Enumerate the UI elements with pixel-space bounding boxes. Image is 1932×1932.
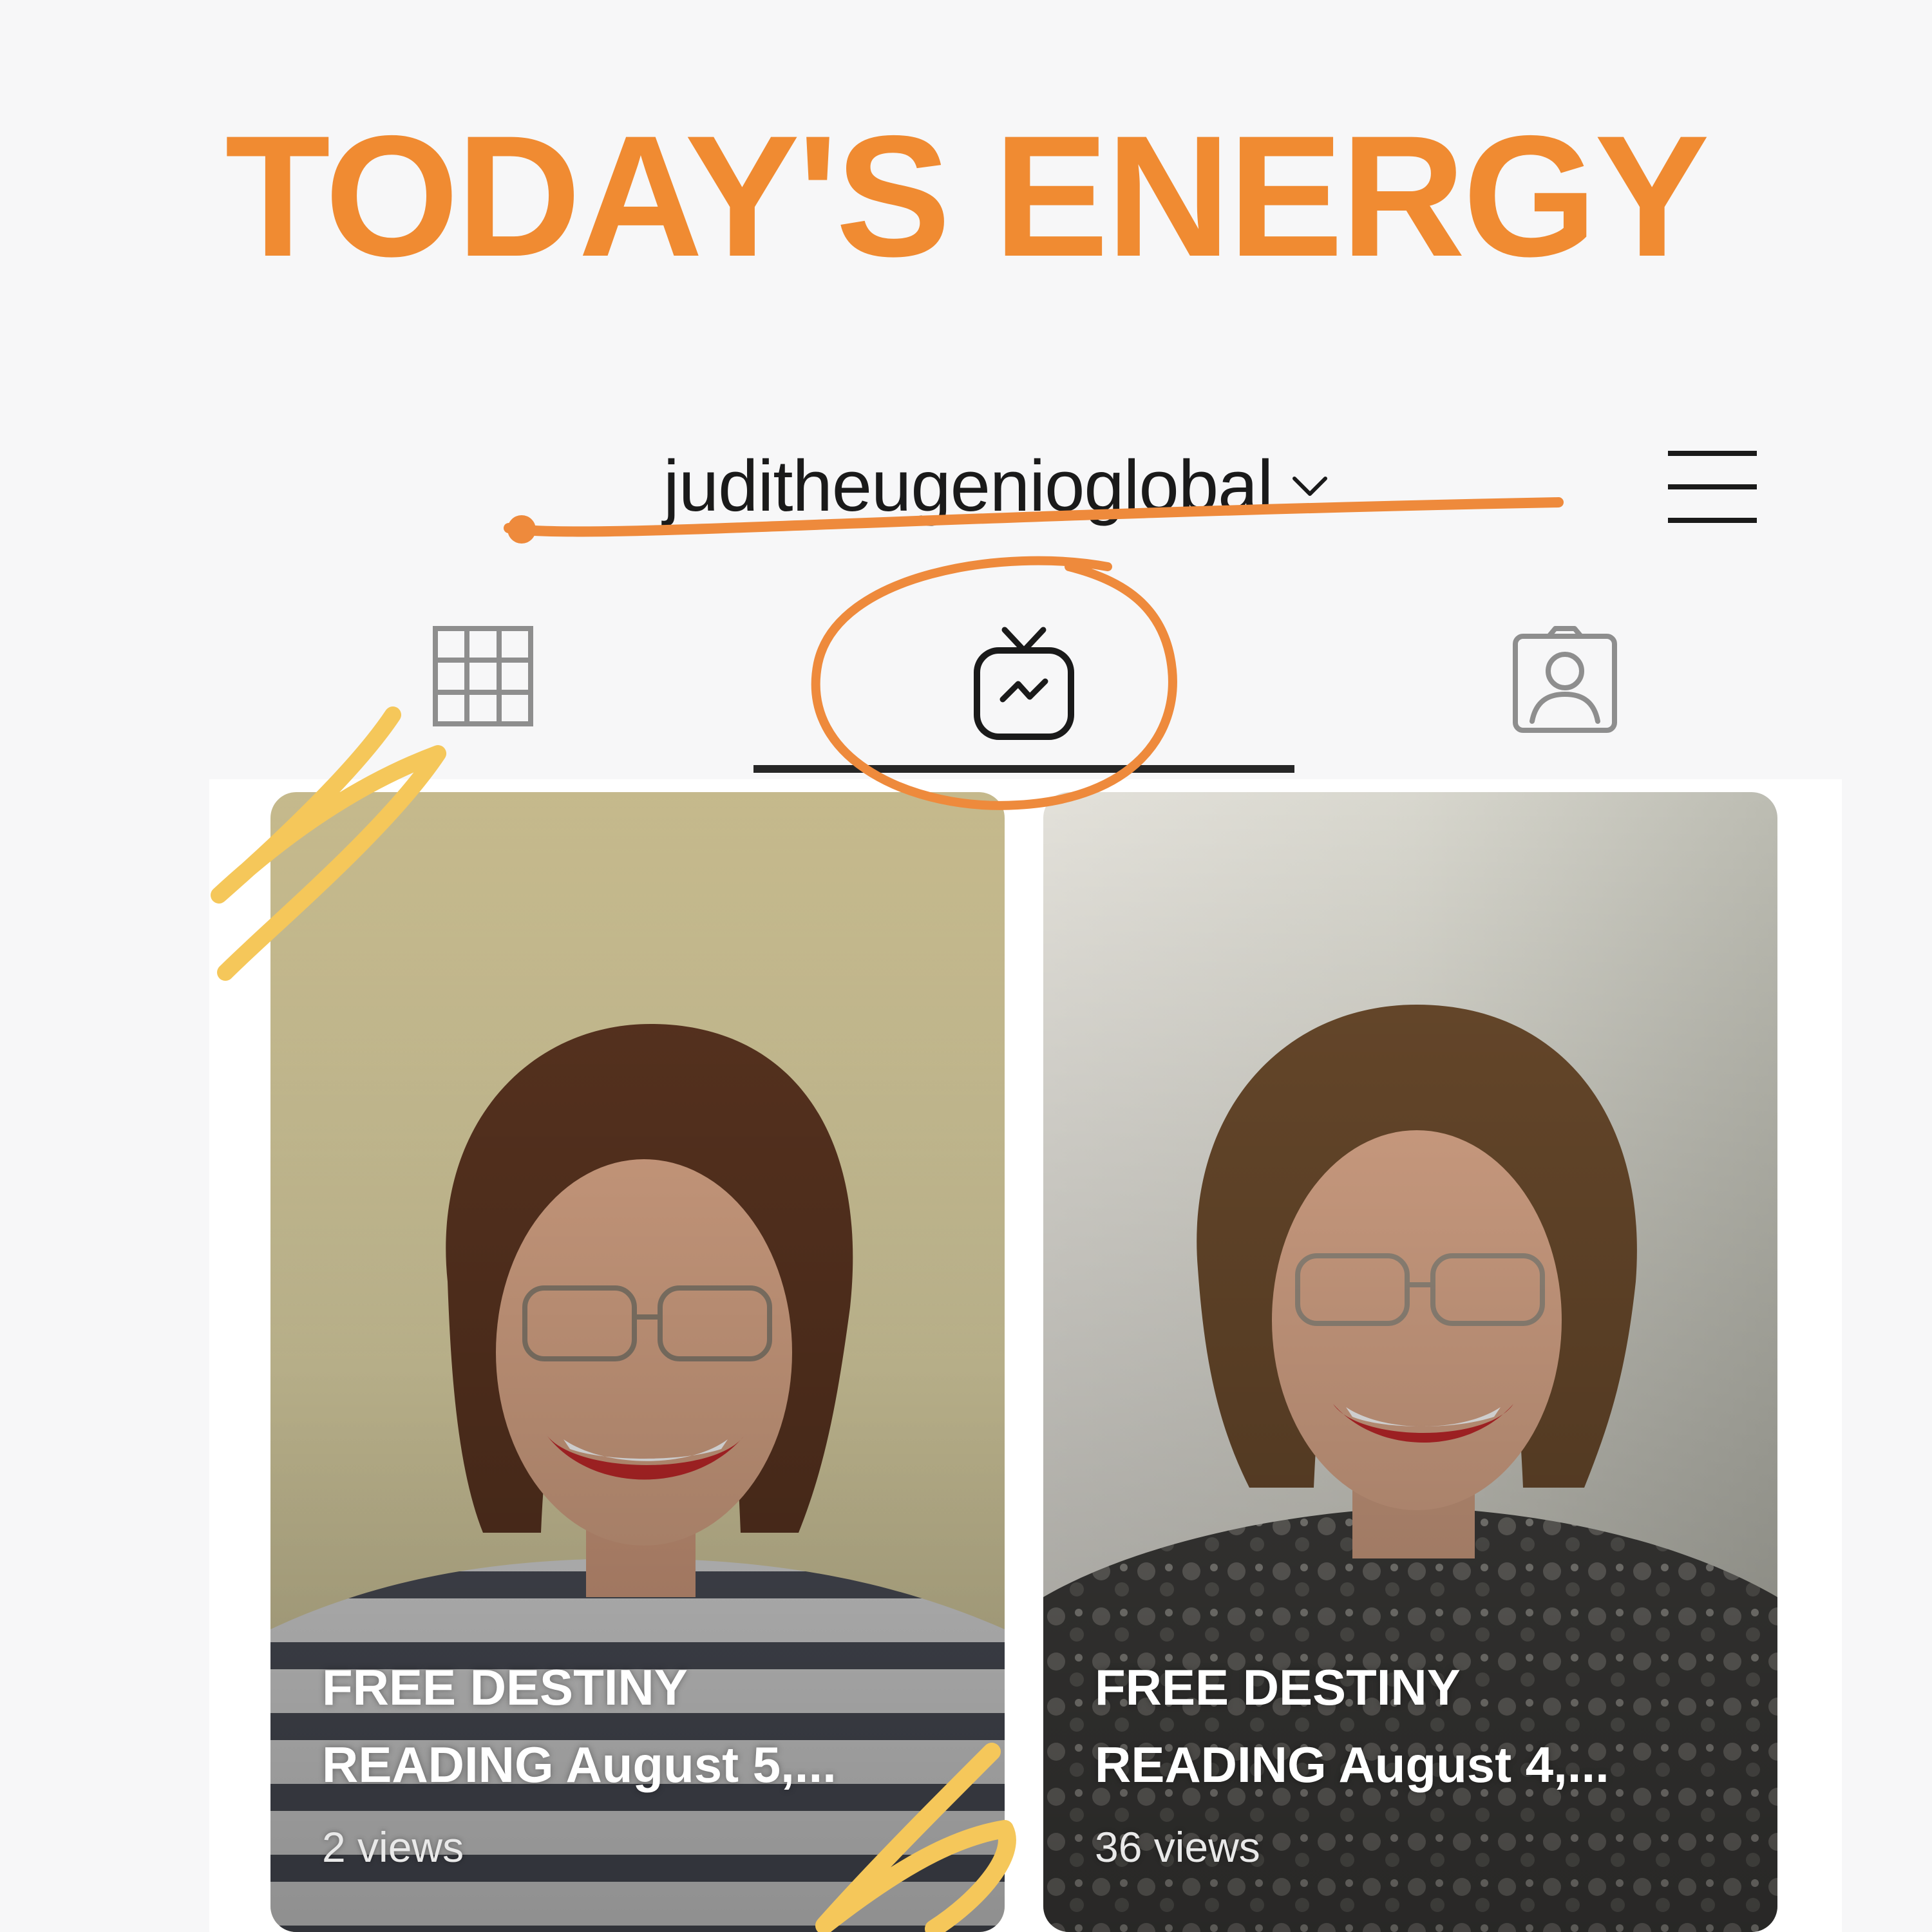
hamburger-menu-icon: [1668, 451, 1757, 523]
igtv-icon: [974, 627, 1074, 740]
tab-posts[interactable]: [213, 612, 753, 773]
chevron-down-icon: [1293, 476, 1328, 496]
menu-button[interactable]: [1667, 448, 1758, 526]
view-count: 2 views: [322, 1823, 464, 1871]
tab-igtv[interactable]: [753, 612, 1294, 773]
video-card[interactable]: FREE DESTINY READING August 5,... 2 view…: [270, 792, 1005, 1932]
account-switcher-button[interactable]: juditheugenioglobal: [663, 444, 1328, 527]
video-title: FREE DESTINY READING August 5,...: [322, 1659, 837, 1793]
active-tab-indicator: [753, 765, 1294, 773]
video-card[interactable]: FREE DESTINY READING August 4,... 36 vie…: [1043, 792, 1777, 1932]
username: juditheugenioglobal: [663, 446, 1273, 526]
tagged-person-icon: [1513, 626, 1617, 733]
igtv-video-grid: FREE DESTINY READING August 5,... 2 view…: [209, 779, 1842, 1932]
profile-tabs: [213, 612, 1848, 779]
headline-title: TODAY'S ENERGY: [225, 99, 1709, 292]
tab-tagged[interactable]: [1294, 612, 1835, 773]
grid-icon: [433, 626, 533, 726]
view-count: 36 views: [1095, 1823, 1260, 1871]
video-title: FREE DESTINY READING August 4,...: [1095, 1659, 1609, 1793]
profile-header: juditheugenioglobal: [0, 425, 1932, 541]
